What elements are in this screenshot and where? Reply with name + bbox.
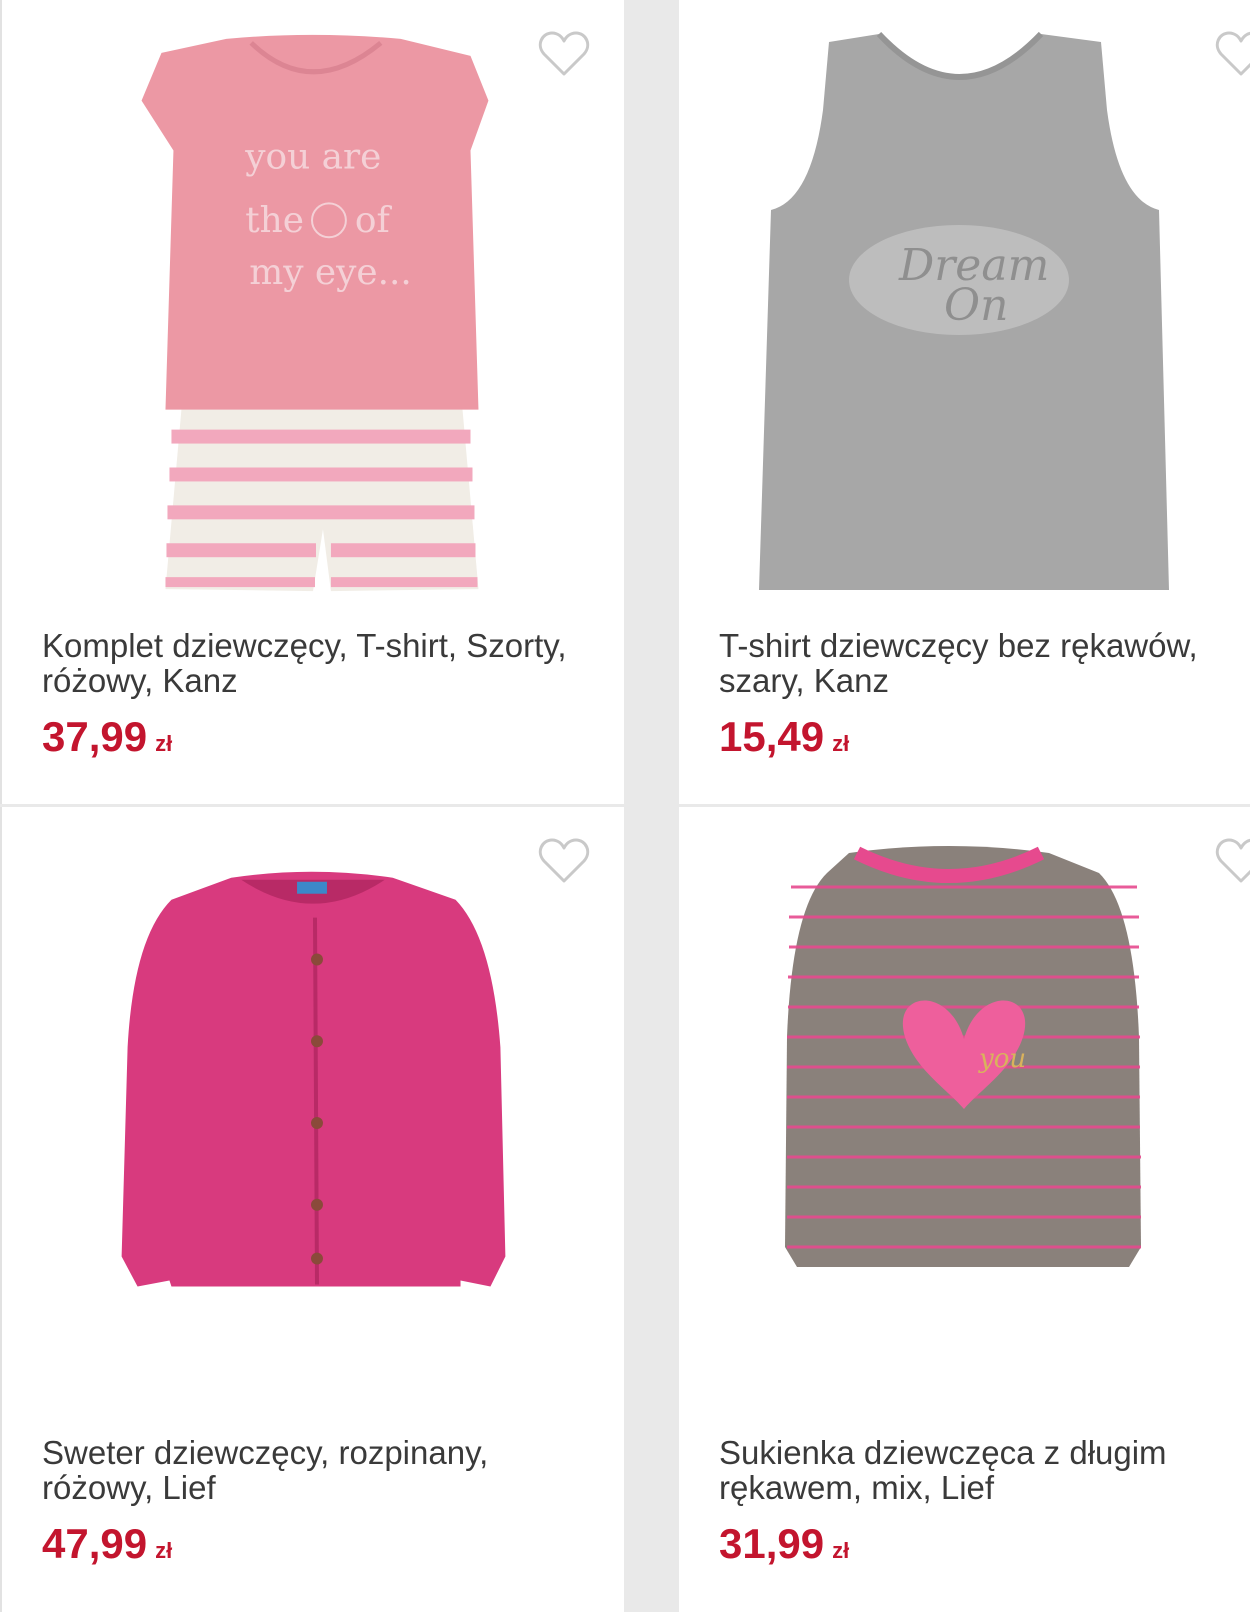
product-image[interactable] xyxy=(2,807,624,1427)
product-image[interactable]: you are the of my eye... xyxy=(2,0,624,620)
price-currency: zł xyxy=(155,731,173,756)
print-text: you xyxy=(978,1044,1026,1074)
product-title[interactable]: Sweter dziewczęcy, rozpinany, różowy, Li… xyxy=(42,1435,582,1505)
product-card[interactable]: Dream On T-shirt dziewczęcy bez rękawów,… xyxy=(679,0,1250,804)
product-title[interactable]: Komplet dziewczęcy, T-shirt, Szorty, róż… xyxy=(42,628,582,698)
product-card[interactable]: you are the of my eye... Komplet dziewcz… xyxy=(0,0,624,804)
price-value: 47,99 xyxy=(42,1520,148,1567)
price-currency: zł xyxy=(832,731,850,756)
product-card[interactable]: you Sukienka dziewczęca z długim rękawem… xyxy=(679,807,1250,1612)
price-currency: zł xyxy=(832,1538,850,1563)
print-text: On xyxy=(944,280,1008,331)
price-value: 37,99 xyxy=(42,713,148,760)
price-currency: zł xyxy=(155,1538,173,1563)
print-text: of xyxy=(355,200,393,241)
product-image[interactable]: you xyxy=(679,807,1250,1427)
price-value: 15,49 xyxy=(719,713,825,760)
product-card[interactable]: Sweter dziewczęcy, rozpinany, różowy, Li… xyxy=(0,807,624,1612)
price-value: 31,99 xyxy=(719,1520,825,1567)
product-price: 37,99 zł xyxy=(42,712,172,769)
product-grid: you are the of my eye... Komplet dziewcz… xyxy=(0,0,1250,1612)
product-price: 31,99 zł xyxy=(719,1519,849,1576)
product-title[interactable]: Sukienka dziewczęca z długim rękawem, mi… xyxy=(719,1435,1239,1505)
print-text: the xyxy=(245,200,304,241)
product-price: 47,99 zł xyxy=(42,1519,172,1576)
print-text: you are xyxy=(244,136,381,177)
product-price: 15,49 zł xyxy=(719,712,849,769)
product-image[interactable]: Dream On xyxy=(679,0,1250,620)
product-title[interactable]: T-shirt dziewczęcy bez rękawów, szary, K… xyxy=(719,628,1239,698)
print-text: my eye... xyxy=(249,252,412,293)
